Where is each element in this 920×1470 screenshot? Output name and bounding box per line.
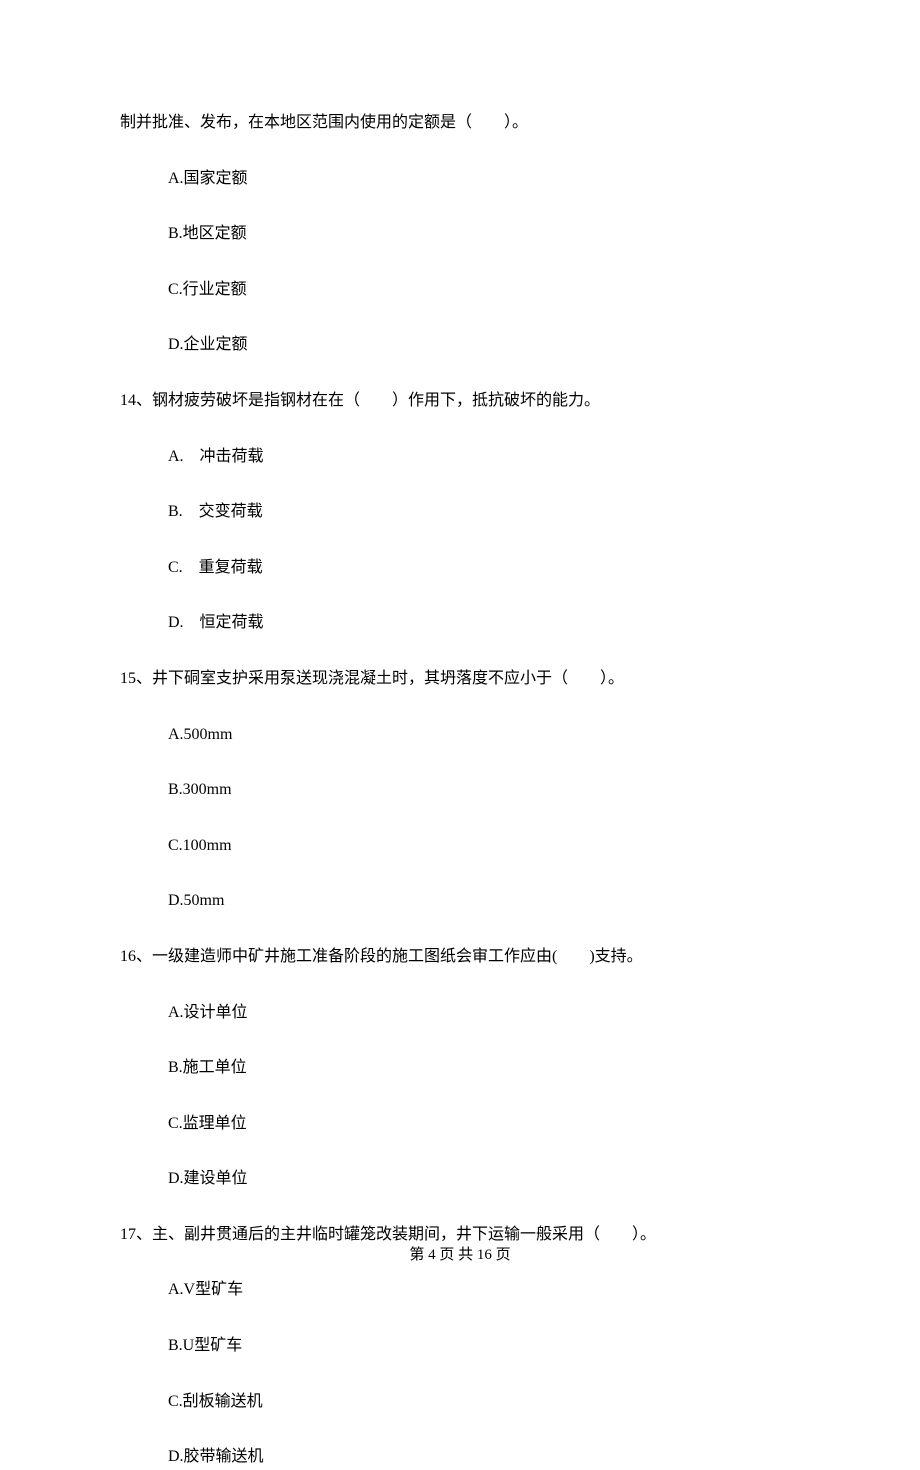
q13-option-b: B.地区定额 — [120, 221, 800, 247]
q16-option-b: B.施工单位 — [120, 1055, 800, 1081]
q15-option-b: B.300mm — [120, 777, 800, 803]
q15-option-c: C.100mm — [120, 833, 800, 859]
q14-stem: 14、钢材疲劳破坏是指钢材在在（ ）作用下，抵抗破坏的能力。 — [120, 388, 800, 414]
q14-option-c: C. 重复荷载 — [120, 555, 800, 581]
q14-option-d: D. 恒定荷载 — [120, 610, 800, 636]
q17-option-b: B.U型矿车 — [120, 1333, 800, 1359]
q17-option-c: C.刮板输送机 — [120, 1389, 800, 1415]
q17-option-d: D.胶带输送机 — [120, 1444, 800, 1470]
q16-option-c: C.监理单位 — [120, 1111, 800, 1137]
q15-stem: 15、井下硐室支护采用泵送现浇混凝土时，其坍落度不应小于（ ）。 — [120, 666, 800, 692]
q13-option-d: D.企业定额 — [120, 332, 800, 358]
q16-option-a: A.设计单位 — [120, 1000, 800, 1026]
q13-stem-fragment: 制并批准、发布，在本地区范围内使用的定额是（ ）。 — [120, 110, 800, 136]
q14-option-b: B. 交变荷载 — [120, 499, 800, 525]
q15-option-d: D.50mm — [120, 888, 800, 914]
q13-option-a: A.国家定额 — [120, 166, 800, 192]
page-footer: 第 4 页 共 16 页 — [0, 1243, 920, 1264]
q17-option-a: A.V型矿车 — [120, 1277, 800, 1303]
q16-option-d: D.建设单位 — [120, 1166, 800, 1192]
q14-option-a: A. 冲击荷载 — [120, 444, 800, 470]
q13-option-c: C.行业定额 — [120, 277, 800, 303]
q15-option-a: A.500mm — [120, 722, 800, 748]
q16-stem: 16、一级建造师中矿井施工准备阶段的施工图纸会审工作应由( )支持。 — [120, 944, 800, 970]
